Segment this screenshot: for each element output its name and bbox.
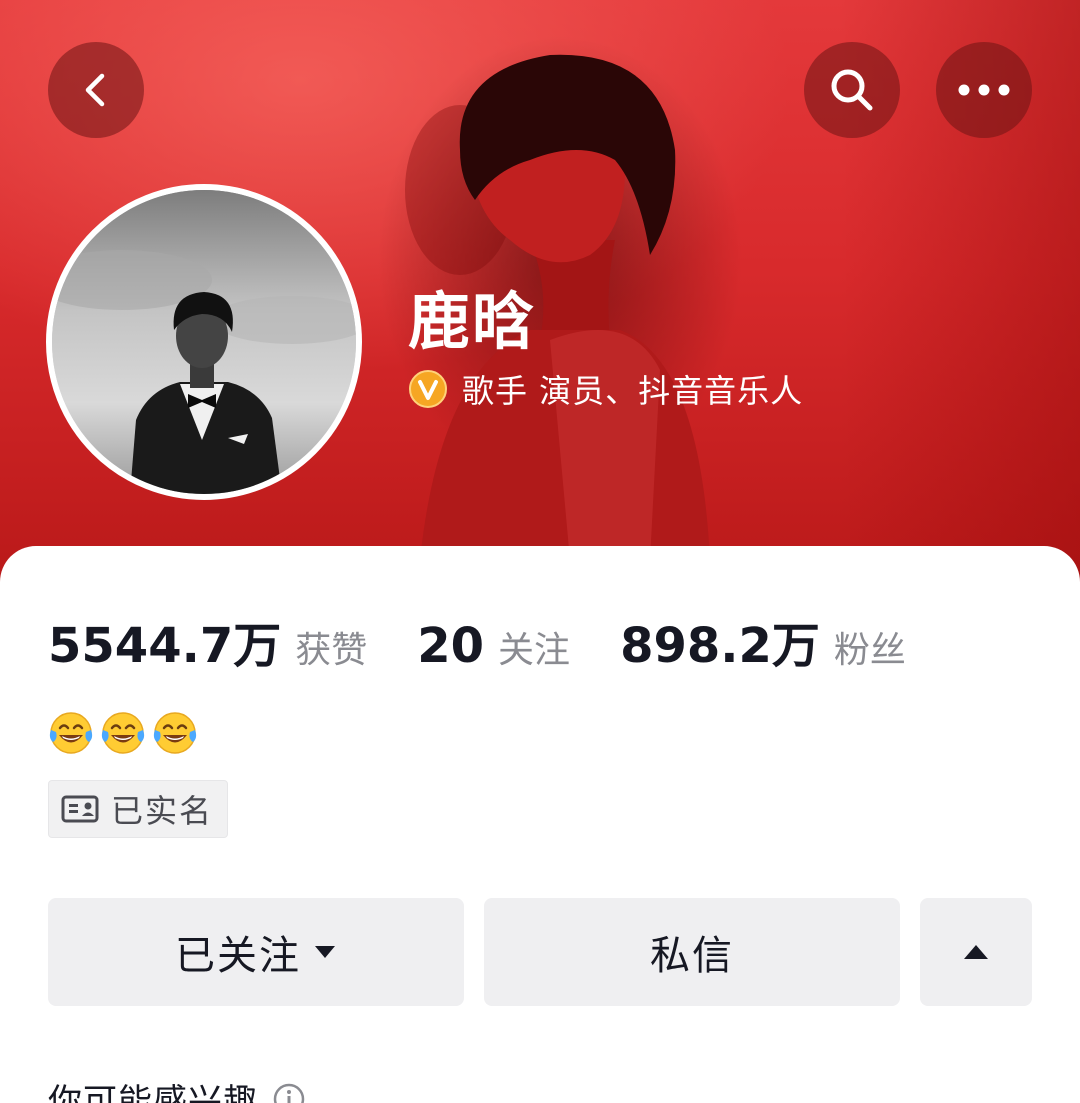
- following-button[interactable]: 已关注: [48, 898, 464, 1006]
- message-button[interactable]: 私信: [484, 898, 900, 1006]
- avatar[interactable]: [46, 184, 362, 500]
- real-name-label: 已实名: [111, 792, 214, 830]
- tears-of-joy-emoji: [101, 712, 145, 754]
- following-label: 已关注: [175, 933, 301, 979]
- stat-value: 898.2万: [620, 618, 820, 674]
- back-button[interactable]: [48, 42, 144, 138]
- suggestions-title: 你可能感兴趣: [48, 1082, 258, 1103]
- profile-card: 5544.7万 获赞 20 关注 898.2万 粉丝 已实名 已关注 私信 你可…: [0, 546, 1080, 1103]
- tears-of-joy-emoji: [49, 712, 93, 754]
- verified-badge-icon: [409, 370, 447, 408]
- profile-banner: 鹿晗 歌手 演员、抖音音乐人: [0, 0, 1080, 600]
- caret-up-icon: [964, 945, 988, 959]
- bio: [46, 708, 202, 758]
- stat-likes[interactable]: 5544.7万 获赞: [48, 606, 367, 676]
- tears-of-joy-emoji: [153, 712, 197, 754]
- more-options-button[interactable]: [936, 42, 1032, 138]
- real-name-tag[interactable]: 已实名: [48, 780, 229, 838]
- stats-row: 5544.7万 获赞 20 关注 898.2万 粉丝: [48, 606, 956, 674]
- suggestions-header: 你可能感兴趣: [48, 1074, 306, 1103]
- profile-name: 鹿晗: [408, 285, 537, 358]
- stat-value: 20: [417, 618, 485, 674]
- stat-following[interactable]: 20 关注: [417, 618, 570, 674]
- caret-down-icon: [315, 946, 335, 958]
- verification-text: 歌手 演员、抖音音乐人: [462, 372, 804, 410]
- search-icon: [831, 69, 873, 111]
- message-label: 私信: [650, 933, 734, 979]
- expand-button[interactable]: [920, 898, 1032, 1006]
- profile-page: 鹿晗 歌手 演员、抖音音乐人 5544.7万 获赞 20 关注 898.2万 粉…: [0, 0, 1080, 1103]
- search-button[interactable]: [804, 42, 900, 138]
- verification-row: 歌手 演员、抖音音乐人: [408, 364, 803, 414]
- stat-followers[interactable]: 898.2万 粉丝: [620, 606, 906, 676]
- id-card-icon: [61, 795, 99, 823]
- stat-label: 粉丝: [833, 630, 906, 671]
- stat-label: 获赞: [295, 630, 368, 671]
- stat-value: 5544.7万: [48, 618, 282, 674]
- chevron-left-icon: [85, 73, 105, 107]
- avatar-photo: [52, 190, 356, 494]
- info-icon[interactable]: [272, 1082, 306, 1103]
- action-buttons: 已关注 私信: [48, 898, 1032, 1006]
- more-dots-icon: [958, 84, 1010, 96]
- stat-label: 关注: [498, 630, 571, 671]
